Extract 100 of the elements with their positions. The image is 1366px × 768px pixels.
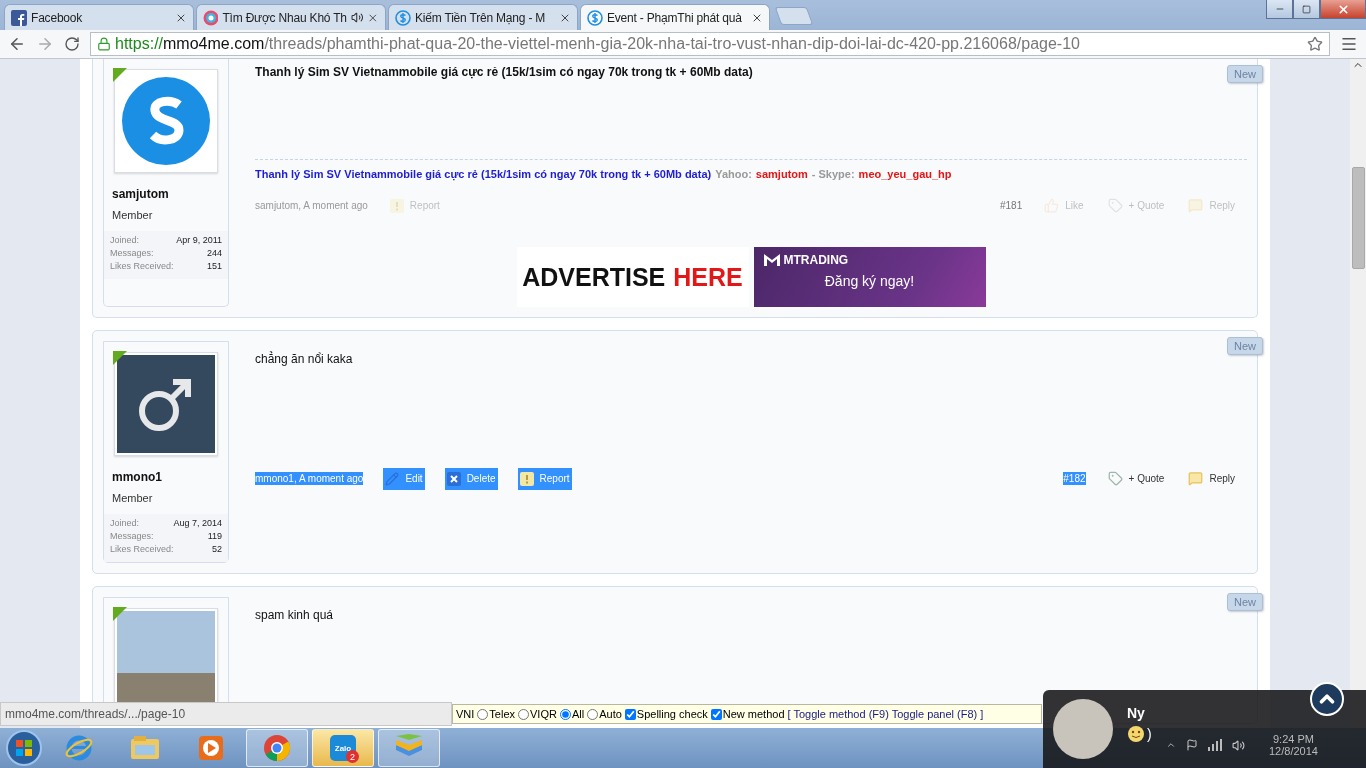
forward-button[interactable] [36,35,54,53]
facebook-icon [11,9,27,26]
chat-avatar [1053,699,1113,759]
online-corner-icon [113,351,127,365]
play-icon [197,734,225,762]
thumbs-up-icon [1044,198,1060,213]
browser-tab[interactable]: Event - PhạmThi phát quà [580,4,770,30]
post-text: spam kinh quá [255,608,334,622]
method-radio[interactable] [518,708,530,720]
stat-label: Joined: [110,235,140,245]
address-bar[interactable]: https://mmo4me.com/threads/phamthi-phat-qua-20-the-viettel-menh-gia-20k-nha-tai-tro-vust-nhan-dip-doi-lai-dc-420-pp.216068/page-10 [90,32,1330,56]
start-button[interactable] [4,728,44,768]
contact-label: Yahoo: [715,168,752,180]
menu-button[interactable] [1340,35,1358,53]
url-text: https://mmo4me.com/threads/phamthi-phat-qua-20-the-viettel-menh-gia-20k-nha-tai-tro-vust-nhan-dip-doi-lai-dc-420-pp.216068/page-10 [115,35,1080,53]
method-radio[interactable] [587,708,599,720]
ad-banner[interactable]: MTRADING Đăng ký ngay! [753,247,986,307]
chat-message: ) [1147,726,1152,742]
contact-id[interactable]: meo_yeu_gau_hp [858,168,952,180]
close-button[interactable] [1320,0,1366,19]
stat-label: Likes Received: [110,261,174,271]
volume-icon[interactable] [1232,738,1245,752]
chrome-logo-icon [263,734,291,762]
dollar-circle-icon [587,9,603,26]
taskbar-app-button[interactable]: Zalo 2 [312,729,374,767]
m-logo-icon [763,254,780,266]
signature-link[interactable]: Thanh lý Sim SV Vietnammobile giá cực rẻ (15k/1sim có ngay 70k trong tk + 60Mb data) [255,168,712,180]
quote-link[interactable]: + Quote [1105,467,1167,490]
maximize-icon [1302,4,1311,14]
contact-label: - Skype: [811,168,855,180]
disc-icon [203,9,219,26]
user-role: Member [112,492,153,504]
new-badge: New [1227,593,1263,611]
pencil-icon [385,471,400,486]
browser-tab[interactable]: Facebook [4,4,194,30]
shortcut-links[interactable]: [ Toggle method (F9) Toggle panel (F8) ] [787,708,984,720]
ad-brand: MTRADING [783,253,849,267]
tag-icon [1107,471,1123,486]
browser-tab[interactable]: Kiếm Tiền Trên Mạng - M [388,4,578,30]
smiley-icon [1127,725,1145,743]
post-number[interactable]: #181 [999,199,1023,212]
username[interactable]: mmono1 [112,470,162,484]
flag-icon[interactable] [1186,739,1198,751]
stat-label: Messages: [110,248,154,258]
stat-value: Apr 9, 2011 [176,235,222,245]
ad-call-to-action: Đăng ký ngay! [824,273,915,289]
taskbar-app-button[interactable] [246,729,308,767]
new-badge: New [1227,65,1263,83]
option-label[interactable]: All [571,708,585,720]
option-label[interactable]: VIQR [530,708,557,720]
reply-link[interactable]: Reply [1186,467,1237,490]
stat-label: Joined: [110,518,140,528]
warning-icon [389,198,404,213]
close-icon[interactable] [367,11,379,24]
notification-badge: 2 [346,750,359,763]
bookmark-star-icon[interactable] [1307,36,1323,52]
close-icon [446,471,461,486]
stat-value: 52 [212,544,222,554]
option-label[interactable]: New method [722,708,785,720]
browser-e-icon [65,734,93,762]
online-corner-icon [113,607,127,621]
chat-sender: Ny [1127,705,1146,721]
option-label[interactable]: Spelling check [636,708,708,720]
lock-icon [97,37,111,51]
user-role: Member [112,209,153,221]
option-label[interactable]: VNI [456,708,475,720]
option-label[interactable]: Telex [489,708,516,720]
browser-tab[interactable]: Tìm Được Nhau Khó Th [196,4,386,30]
back-button[interactable] [8,35,26,53]
online-corner-icon [113,68,127,82]
taskbar-app-button[interactable] [378,729,440,767]
stat-value: 119 [207,531,222,541]
stat-label: Likes Received: [110,544,174,554]
folder-icon [130,735,160,761]
scroll-thumb[interactable] [1351,167,1365,269]
method-radio[interactable] [477,708,489,720]
warning-icon [519,471,534,486]
contact-id[interactable]: samjutom [755,168,808,180]
tag-icon [1107,198,1123,213]
option-checkbox[interactable] [710,708,722,720]
new-badge: New [1227,337,1263,355]
reload-button[interactable] [64,36,80,52]
clock[interactable]: 9:24 PM 12/8/2014 [1269,733,1318,757]
status-url: mmo4me.com/threads/.../page-10 [0,702,452,726]
advertise-banner[interactable]: ADVERTISE HERE [516,247,749,307]
option-label[interactable]: Auto [599,708,622,720]
minimize-button[interactable] [1266,0,1293,19]
option-checkbox[interactable] [624,708,636,720]
username[interactable]: samjutom [112,187,169,201]
ad-headline: ADVERTISE [522,262,666,292]
method-radio[interactable] [559,708,571,720]
stat-label: Messages: [110,531,154,541]
signal-bars-icon[interactable] [1208,739,1222,751]
stat-value: 151 [206,261,222,271]
stat-value: Aug 7, 2014 [173,518,222,528]
speech-bubble-icon [1188,471,1204,486]
maximize-button[interactable] [1293,0,1320,19]
dollar-circle-icon [395,9,411,26]
stat-value: 244 [206,248,222,258]
tray-expand-icon[interactable] [1166,740,1176,750]
